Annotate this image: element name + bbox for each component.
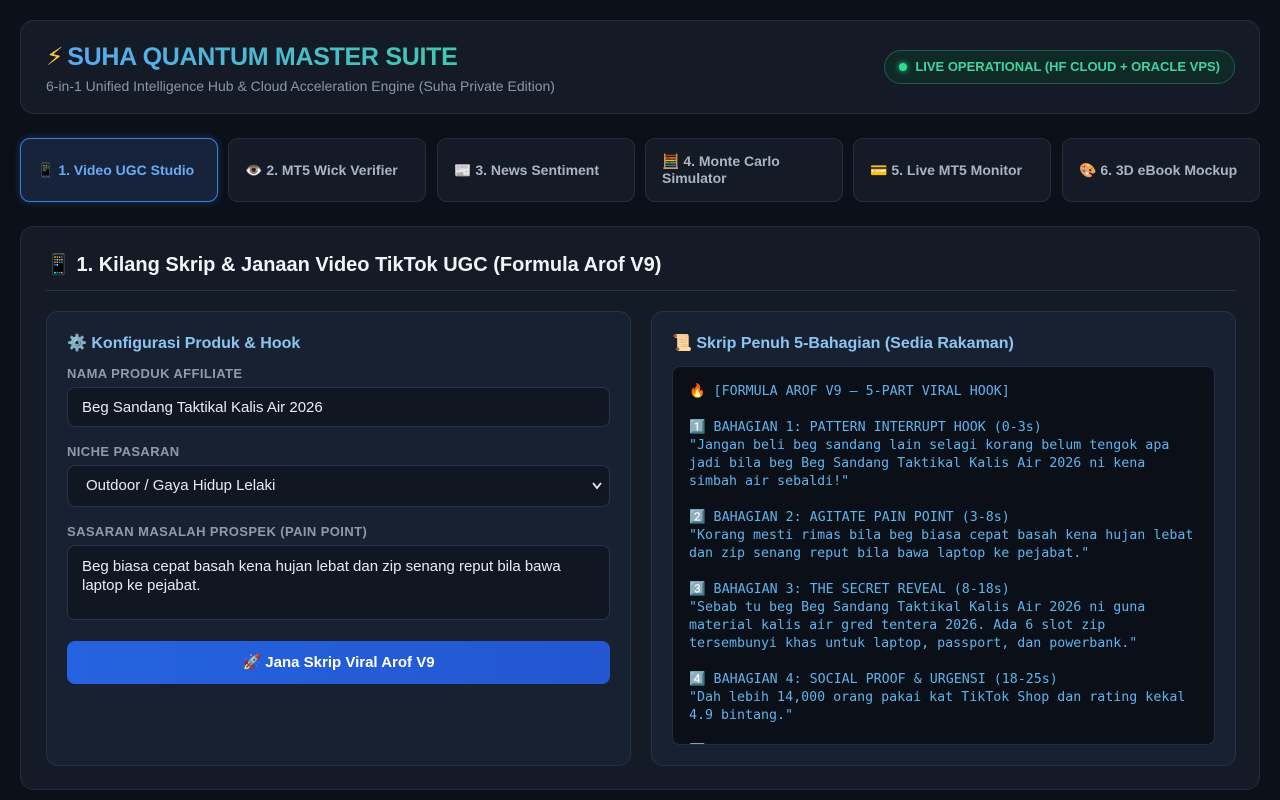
niche-label: NICHE PASARAN (67, 444, 180, 459)
app-subtitle: 6-in-1 Unified Intelligence Hub & Cloud … (46, 78, 555, 94)
product-name-input[interactable] (67, 387, 610, 427)
tab-3d-ebook-mockup[interactable]: 🎨 6. 3D eBook Mockup (1062, 138, 1260, 202)
niche-select[interactable]: Outdoor / Gaya Hidup Lelaki (67, 465, 610, 507)
tab-bar: 📱 1. Video UGC Studio 👁️ 2. MT5 Wick Ver… (20, 138, 1260, 202)
section-title: 📱 1. Kilang Skrip & Janaan Video TikTok … (46, 254, 662, 276)
chevron-down-icon (591, 466, 603, 522)
tab-live-mt5-monitor[interactable]: 💳 5. Live MT5 Monitor (853, 138, 1051, 202)
status-text: LIVE OPERATIONAL (HF CLOUD + ORACLE VPS) (915, 59, 1220, 74)
config-panel: ⚙️ Konfigurasi Produk & Hook NAMA PRODUK… (46, 311, 631, 766)
pain-point-textarea[interactable]: Beg biasa cepat basah kena hujan lebat d… (67, 545, 610, 620)
status-dot-icon (899, 63, 908, 71)
app-title-text: SUHA QUANTUM MASTER SUITE (67, 43, 458, 71)
main-section: 📱 1. Kilang Skrip & Janaan Video TikTok … (20, 226, 1260, 790)
tab-mt5-wick-verifier[interactable]: 👁️ 2. MT5 Wick Verifier (228, 138, 426, 202)
status-badge: LIVE OPERATIONAL (HF CLOUD + ORACLE VPS) (884, 50, 1235, 84)
script-panel-title: 📜 Skrip Penuh 5-Bahagian (Sedia Rakaman) (672, 335, 1014, 352)
tab-news-sentiment[interactable]: 📰 3. News Sentiment (437, 138, 635, 202)
script-output-box[interactable]: 🔥 [FORMULA AROF V9 — 5-PART VIRAL HOOK] … (672, 366, 1215, 745)
niche-select-value: Outdoor / Gaya Hidup Lelaki (86, 477, 276, 494)
generate-script-button[interactable]: 🚀 Jana Skrip Viral Arof V9 (67, 641, 610, 684)
product-name-label: NAMA PRODUK AFFILIATE (67, 366, 243, 381)
script-panel: 📜 Skrip Penuh 5-Bahagian (Sedia Rakaman)… (651, 311, 1236, 766)
app-header: ⚡ SUHA QUANTUM MASTER SUITE 6-in-1 Unifie… (20, 20, 1260, 114)
section-divider (46, 290, 1236, 291)
lightning-icon: ⚡ (46, 43, 64, 71)
app-title: ⚡ SUHA QUANTUM MASTER SUITE (46, 42, 458, 72)
tab-monte-carlo-simulator[interactable]: 🧮 4. Monte Carlo Simulator (645, 138, 843, 202)
config-panel-title: ⚙️ Konfigurasi Produk & Hook (67, 335, 301, 352)
script-output-text: 🔥 [FORMULA AROF V9 — 5-PART VIRAL HOOK] … (689, 384, 1194, 723)
tab-video-ugc-studio[interactable]: 📱 1. Video UGC Studio (20, 138, 218, 202)
pain-point-label: SASARAN MASALAH PROSPEK (PAIN POINT) (67, 524, 368, 539)
